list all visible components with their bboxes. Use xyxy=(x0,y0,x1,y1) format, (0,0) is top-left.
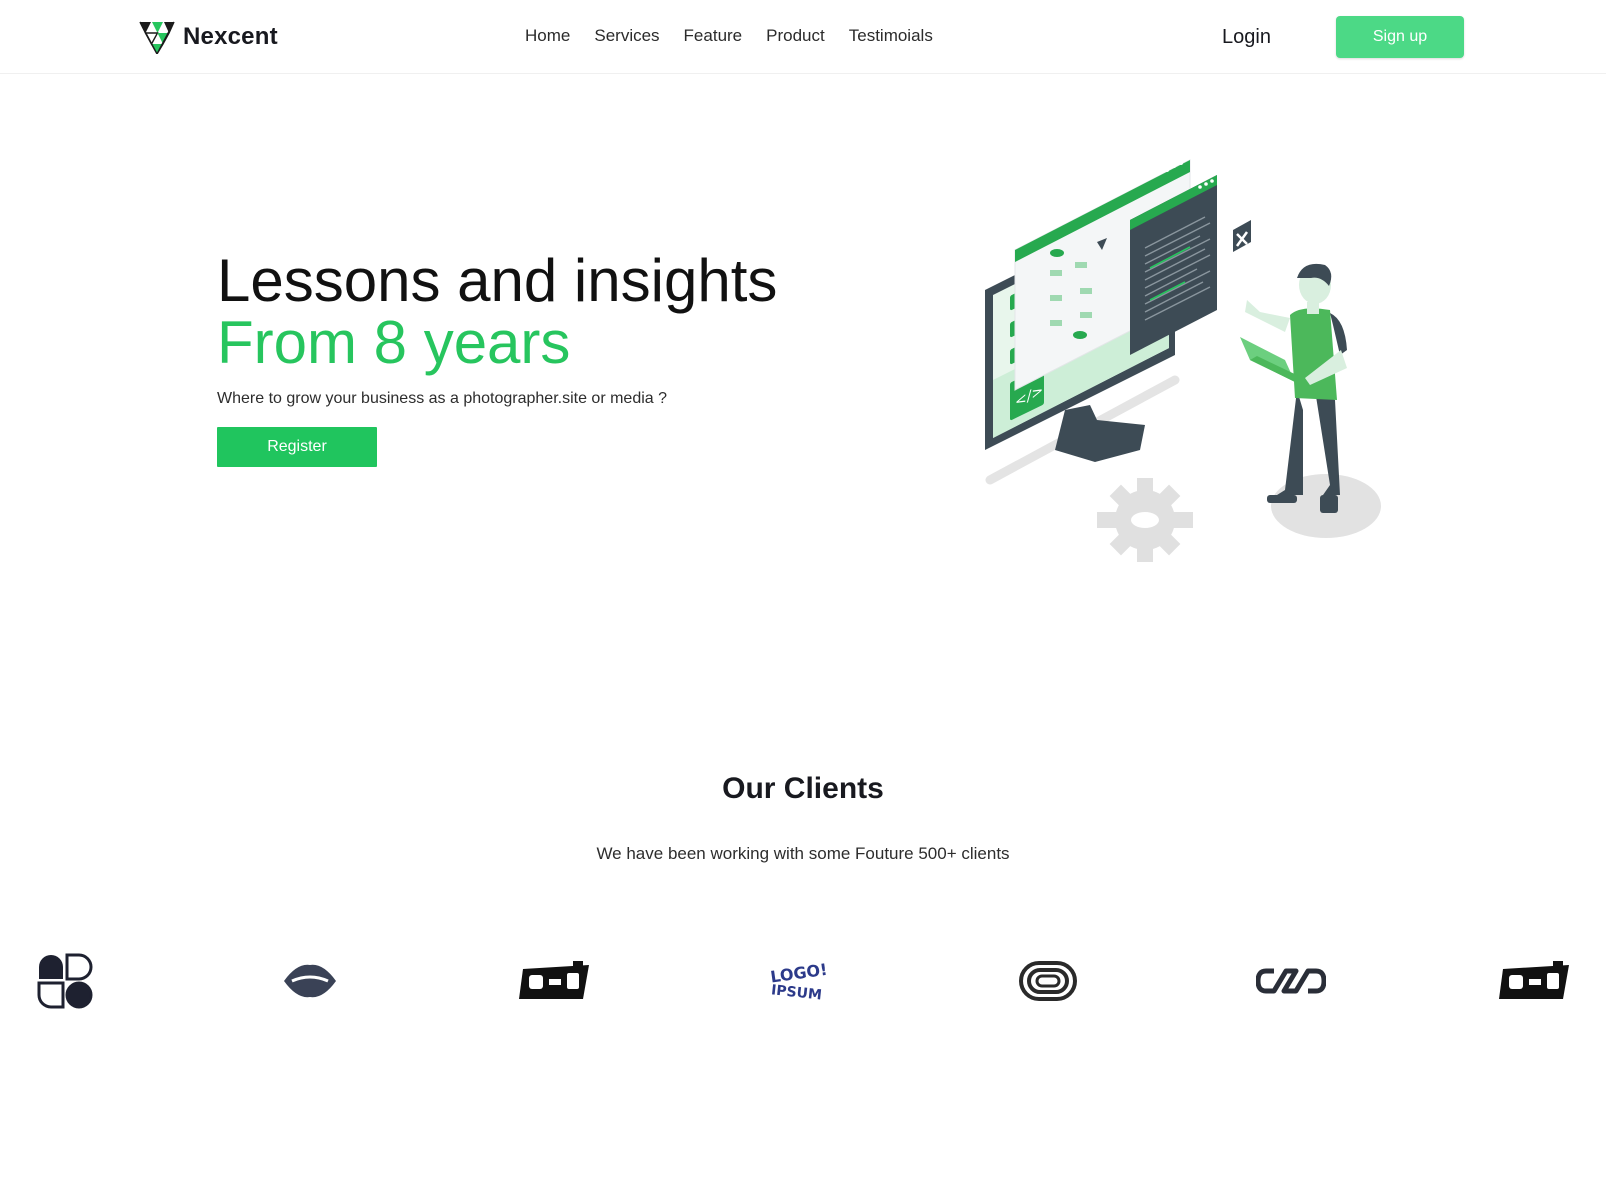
client-logo-3 xyxy=(515,953,595,1009)
gear-icon xyxy=(1097,478,1193,562)
nav-item-feature[interactable]: Feature xyxy=(684,26,743,46)
brand-name: Nexcent xyxy=(183,23,278,50)
client-logo-2 xyxy=(280,953,340,1009)
hero-title-line1: Lessons and insights xyxy=(217,247,778,314)
nav-item-product[interactable]: Product xyxy=(766,26,825,46)
hero-title: Lessons and insights From 8 years xyxy=(217,250,777,374)
hero-illustration: </> xyxy=(985,159,1381,562)
client-logo-7 xyxy=(1495,953,1575,1009)
register-button[interactable]: Register xyxy=(217,427,377,467)
person-illustration xyxy=(1240,263,1347,513)
clients-subtitle: We have been working with some Fouture 5… xyxy=(596,844,1010,863)
nav-item-home[interactable]: Home xyxy=(525,26,570,46)
nav-item-services[interactable]: Services xyxy=(594,26,659,46)
client-logo-5 xyxy=(1015,953,1081,1009)
hero-subtitle: Where to grow your business as a photogr… xyxy=(217,390,668,407)
brand-logo[interactable]: Nexcent xyxy=(139,20,278,54)
top-navbar: Nexcent Home Services Feature Product Te… xyxy=(0,0,1606,74)
client-logo-1 xyxy=(35,953,95,1009)
hero-title-line2: From 8 years xyxy=(217,309,571,376)
close-icon xyxy=(1233,220,1251,252)
main-nav: Home Services Feature Product Testimoial… xyxy=(525,26,957,46)
brand-mark-icon xyxy=(139,21,175,54)
nav-item-testimonials[interactable]: Testimoials xyxy=(849,26,933,46)
client-logo-4: LOGO! IPSUM xyxy=(765,953,835,1009)
clients-title: Our Clients xyxy=(722,772,884,805)
svg-text:IPSUM: IPSUM xyxy=(770,982,822,1001)
login-link[interactable]: Login xyxy=(1222,26,1271,49)
signup-button[interactable]: Sign up xyxy=(1336,16,1464,58)
client-logo-6 xyxy=(1255,953,1327,1009)
